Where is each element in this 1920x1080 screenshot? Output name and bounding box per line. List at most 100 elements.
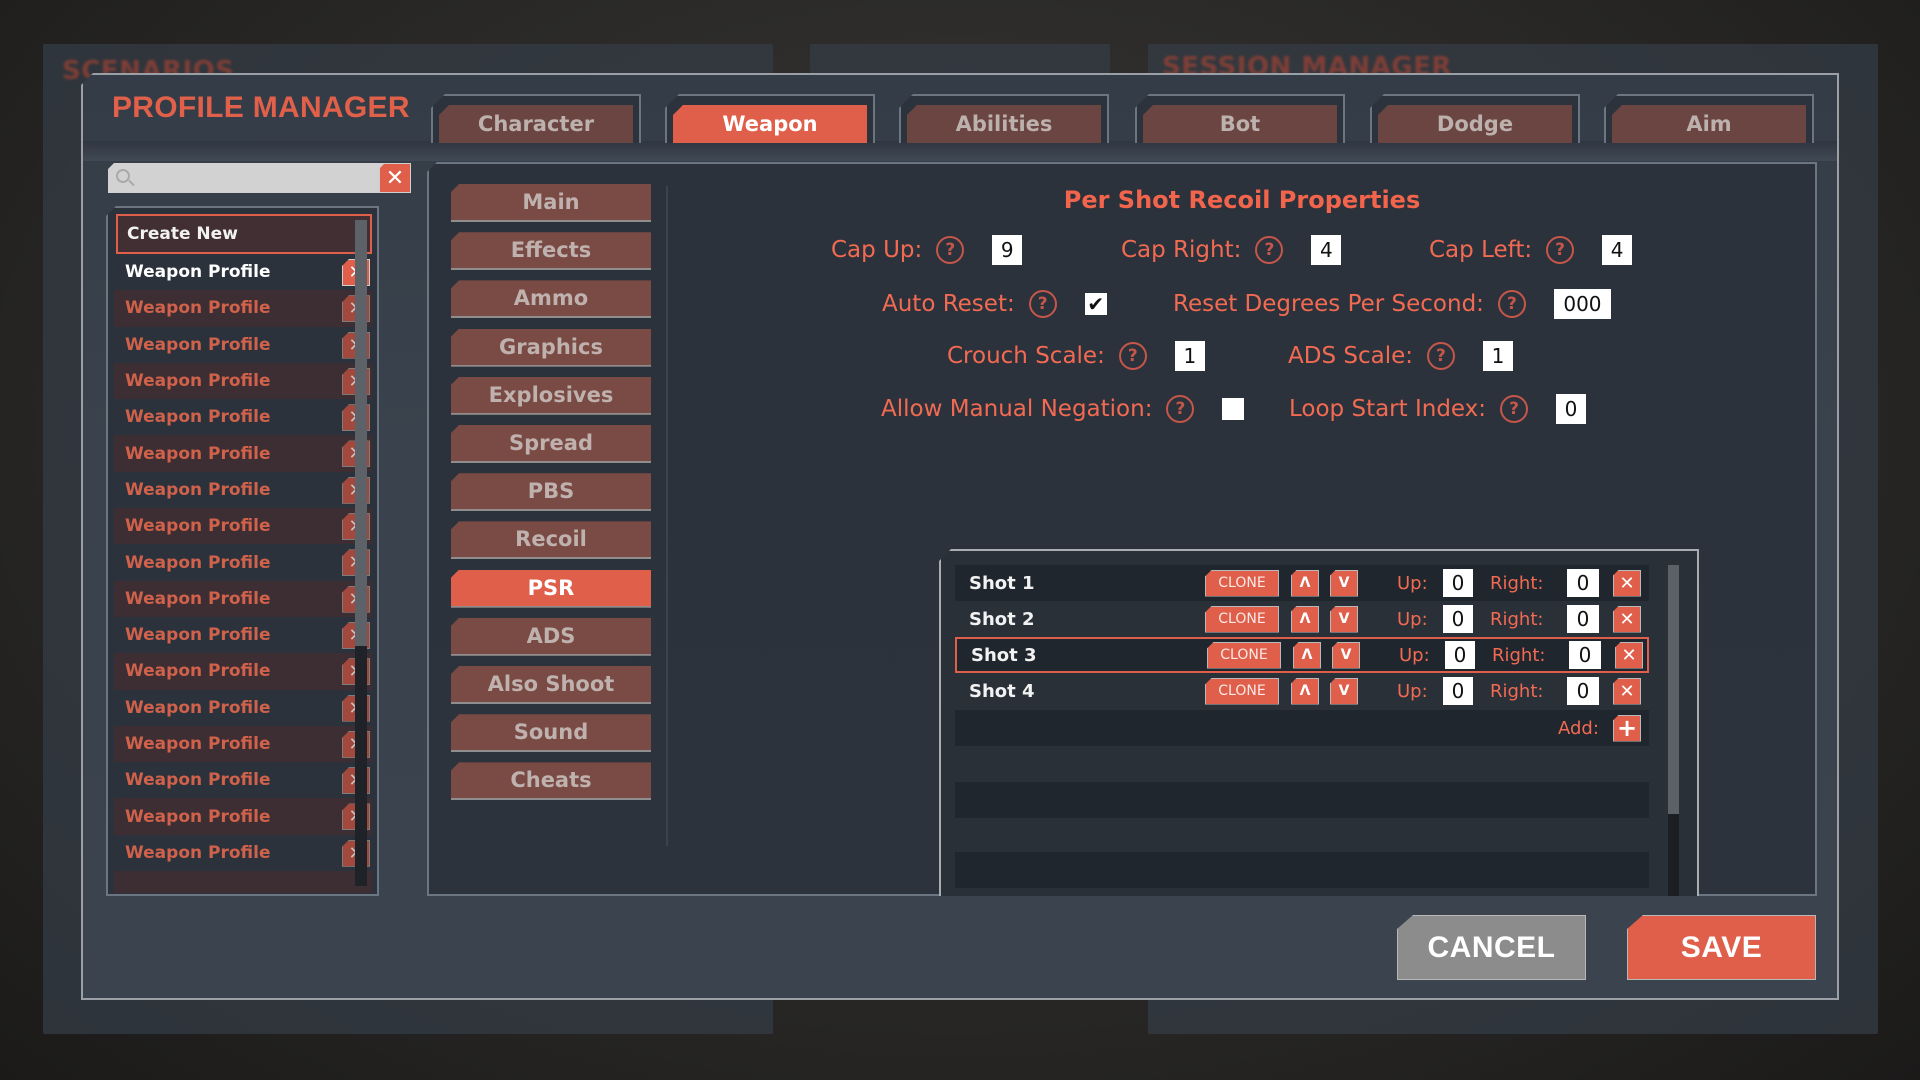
- shot-up-input[interactable]: [1443, 677, 1473, 705]
- tab-abilities[interactable]: Abilities: [899, 94, 1109, 143]
- shot-right-input[interactable]: [1567, 677, 1599, 705]
- profile-list-item[interactable]: Weapon Profile✕: [114, 544, 372, 580]
- profile-search-input[interactable]: [136, 163, 376, 193]
- nav-graphics-button[interactable]: Graphics: [451, 328, 651, 367]
- delete-shot-button[interactable]: ✕: [1613, 605, 1641, 633]
- section-title: Per Shot Recoil Properties: [1063, 186, 1421, 214]
- reset-degrees-input[interactable]: [1553, 289, 1611, 319]
- shot-row[interactable]: Shot 4 CLONE Λ V Up: Right: ✕: [955, 673, 1649, 709]
- help-icon[interactable]: ?: [936, 236, 965, 264]
- cap-left-input[interactable]: [1602, 235, 1633, 265]
- cap-up-label: Cap Up:: [831, 237, 923, 263]
- help-icon[interactable]: ?: [1426, 342, 1455, 370]
- nav-recoil-button[interactable]: Recoil: [451, 521, 651, 560]
- profile-list-item[interactable]: Weapon Profile✕: [114, 798, 372, 835]
- delete-shot-button[interactable]: ✕: [1615, 641, 1643, 669]
- shot-up-input[interactable]: [1445, 641, 1475, 669]
- shot-right-input[interactable]: [1567, 605, 1599, 633]
- add-shot-button[interactable]: +: [1613, 714, 1641, 742]
- loop-start-index-input[interactable]: [1556, 394, 1587, 424]
- save-button[interactable]: SAVE: [1627, 915, 1816, 980]
- tab-aim[interactable]: Aim: [1604, 94, 1814, 143]
- allow-manual-negation-checkbox[interactable]: [1222, 398, 1245, 420]
- profile-list-item[interactable]: Weapon Profile✕: [114, 725, 372, 763]
- move-down-button[interactable]: V: [1330, 569, 1358, 597]
- tab-weapon[interactable]: Weapon: [665, 94, 875, 143]
- profile-list-item[interactable]: Weapon Profile✕: [114, 290, 372, 327]
- profile-list-item[interactable]: Weapon Profile✕: [114, 399, 372, 435]
- nav-ads-button[interactable]: ADS: [451, 617, 651, 656]
- nav-cheats-button[interactable]: Cheats: [451, 762, 651, 801]
- shot-up-input[interactable]: [1443, 569, 1473, 597]
- auto-reset-checkbox[interactable]: ✔: [1084, 292, 1107, 316]
- help-icon[interactable]: ?: [1028, 290, 1057, 318]
- nav-sound-button[interactable]: Sound: [451, 714, 651, 753]
- profile-list-item[interactable]: Weapon Profile✕: [114, 254, 372, 290]
- nav-ammo-button[interactable]: Ammo: [451, 280, 651, 319]
- help-icon[interactable]: ?: [1166, 395, 1195, 423]
- close-icon: ✕: [1619, 572, 1635, 594]
- profile-list-item[interactable]: Weapon Profile✕: [114, 327, 372, 363]
- profile-list-item[interactable]: Weapon Profile✕: [114, 362, 372, 400]
- clone-shot-button[interactable]: CLONE: [1207, 641, 1281, 669]
- profile-list-item[interactable]: Weapon Profile✕: [114, 472, 372, 508]
- nav-pbs-button[interactable]: PBS: [451, 473, 651, 512]
- cap-right-input[interactable]: [1311, 235, 1342, 265]
- nav-psr-button[interactable]: PSR: [451, 569, 651, 608]
- create-new-profile-button[interactable]: Create New: [116, 214, 372, 254]
- shot-right-input[interactable]: [1569, 641, 1601, 669]
- ads-scale-input[interactable]: [1482, 341, 1513, 371]
- help-icon[interactable]: ?: [1546, 236, 1575, 264]
- move-up-button[interactable]: Λ: [1291, 605, 1319, 633]
- clear-search-button[interactable]: ✕: [379, 163, 411, 193]
- reset-degrees-label: Reset Degrees Per Second:: [1173, 291, 1484, 317]
- shot-row[interactable]: Shot 3 CLONE Λ V Up: Right: ✕: [955, 637, 1649, 673]
- nav-also-shoot-button[interactable]: Also Shoot: [451, 666, 651, 704]
- crouch-scale-input[interactable]: [1174, 341, 1205, 371]
- profile-list-item[interactable]: Weapon Profile✕: [114, 617, 372, 653]
- shot-right-input[interactable]: [1567, 569, 1599, 597]
- tab-bot[interactable]: Bot: [1135, 94, 1345, 143]
- shot-row[interactable]: Shot 2 CLONE Λ V Up: Right: ✕: [955, 601, 1649, 637]
- help-icon[interactable]: ?: [1500, 395, 1529, 423]
- move-up-button[interactable]: Λ: [1291, 677, 1319, 705]
- cancel-button[interactable]: CANCEL: [1397, 915, 1586, 980]
- profile-list-item[interactable]: Weapon Profile✕: [114, 435, 372, 472]
- cap-up-input[interactable]: [992, 235, 1023, 265]
- profile-name: Weapon Profile: [125, 407, 271, 428]
- help-icon[interactable]: ?: [1255, 236, 1284, 264]
- profile-list-item[interactable]: Weapon Profile✕: [114, 835, 372, 871]
- tab-character[interactable]: Character: [431, 94, 641, 143]
- profile-list-item[interactable]: Weapon Profile✕: [114, 508, 372, 545]
- nav-explosives-button[interactable]: Explosives: [451, 376, 651, 415]
- profile-list-item[interactable]: Weapon Profile✕: [114, 762, 372, 798]
- clone-shot-button[interactable]: CLONE: [1205, 569, 1279, 597]
- nav-main-button[interactable]: Main: [451, 184, 651, 222]
- clone-shot-button[interactable]: CLONE: [1205, 677, 1279, 705]
- shot-list-scrollbar[interactable]: [1668, 565, 1679, 896]
- move-down-button[interactable]: V: [1332, 641, 1360, 669]
- move-up-button[interactable]: Λ: [1293, 641, 1321, 669]
- clone-shot-button[interactable]: CLONE: [1205, 605, 1279, 633]
- move-down-button[interactable]: V: [1330, 605, 1358, 633]
- profile-list-item[interactable]: Weapon Profile✕: [114, 653, 372, 690]
- nav-effects-button[interactable]: Effects: [451, 232, 651, 271]
- profile-list-scroll-thumb[interactable]: [355, 220, 367, 647]
- delete-shot-button[interactable]: ✕: [1613, 569, 1641, 597]
- shot-list-scroll-thumb[interactable]: [1668, 565, 1679, 815]
- profile-name: Weapon Profile: [125, 443, 271, 464]
- shot-up-input[interactable]: [1443, 605, 1473, 633]
- profile-list-item[interactable]: Weapon Profile✕: [114, 580, 372, 617]
- shot-row[interactable]: Shot 1 CLONE Λ V Up: Right: ✕: [955, 565, 1649, 601]
- cap-left-field: Cap Left: ?: [1429, 234, 1633, 266]
- nav-spread-button[interactable]: Spread: [451, 425, 651, 463]
- move-down-button[interactable]: V: [1330, 677, 1358, 705]
- move-up-button[interactable]: Λ: [1291, 569, 1319, 597]
- profile-list-item[interactable]: Weapon Profile✕: [114, 690, 372, 726]
- help-icon[interactable]: ?: [1497, 290, 1526, 318]
- delete-shot-button[interactable]: ✕: [1613, 677, 1641, 705]
- help-icon[interactable]: ?: [1118, 342, 1147, 370]
- profile-list-scrollbar[interactable]: [355, 220, 367, 886]
- crouch-scale-label: Crouch Scale:: [947, 343, 1105, 369]
- tab-dodge[interactable]: Dodge: [1370, 94, 1580, 143]
